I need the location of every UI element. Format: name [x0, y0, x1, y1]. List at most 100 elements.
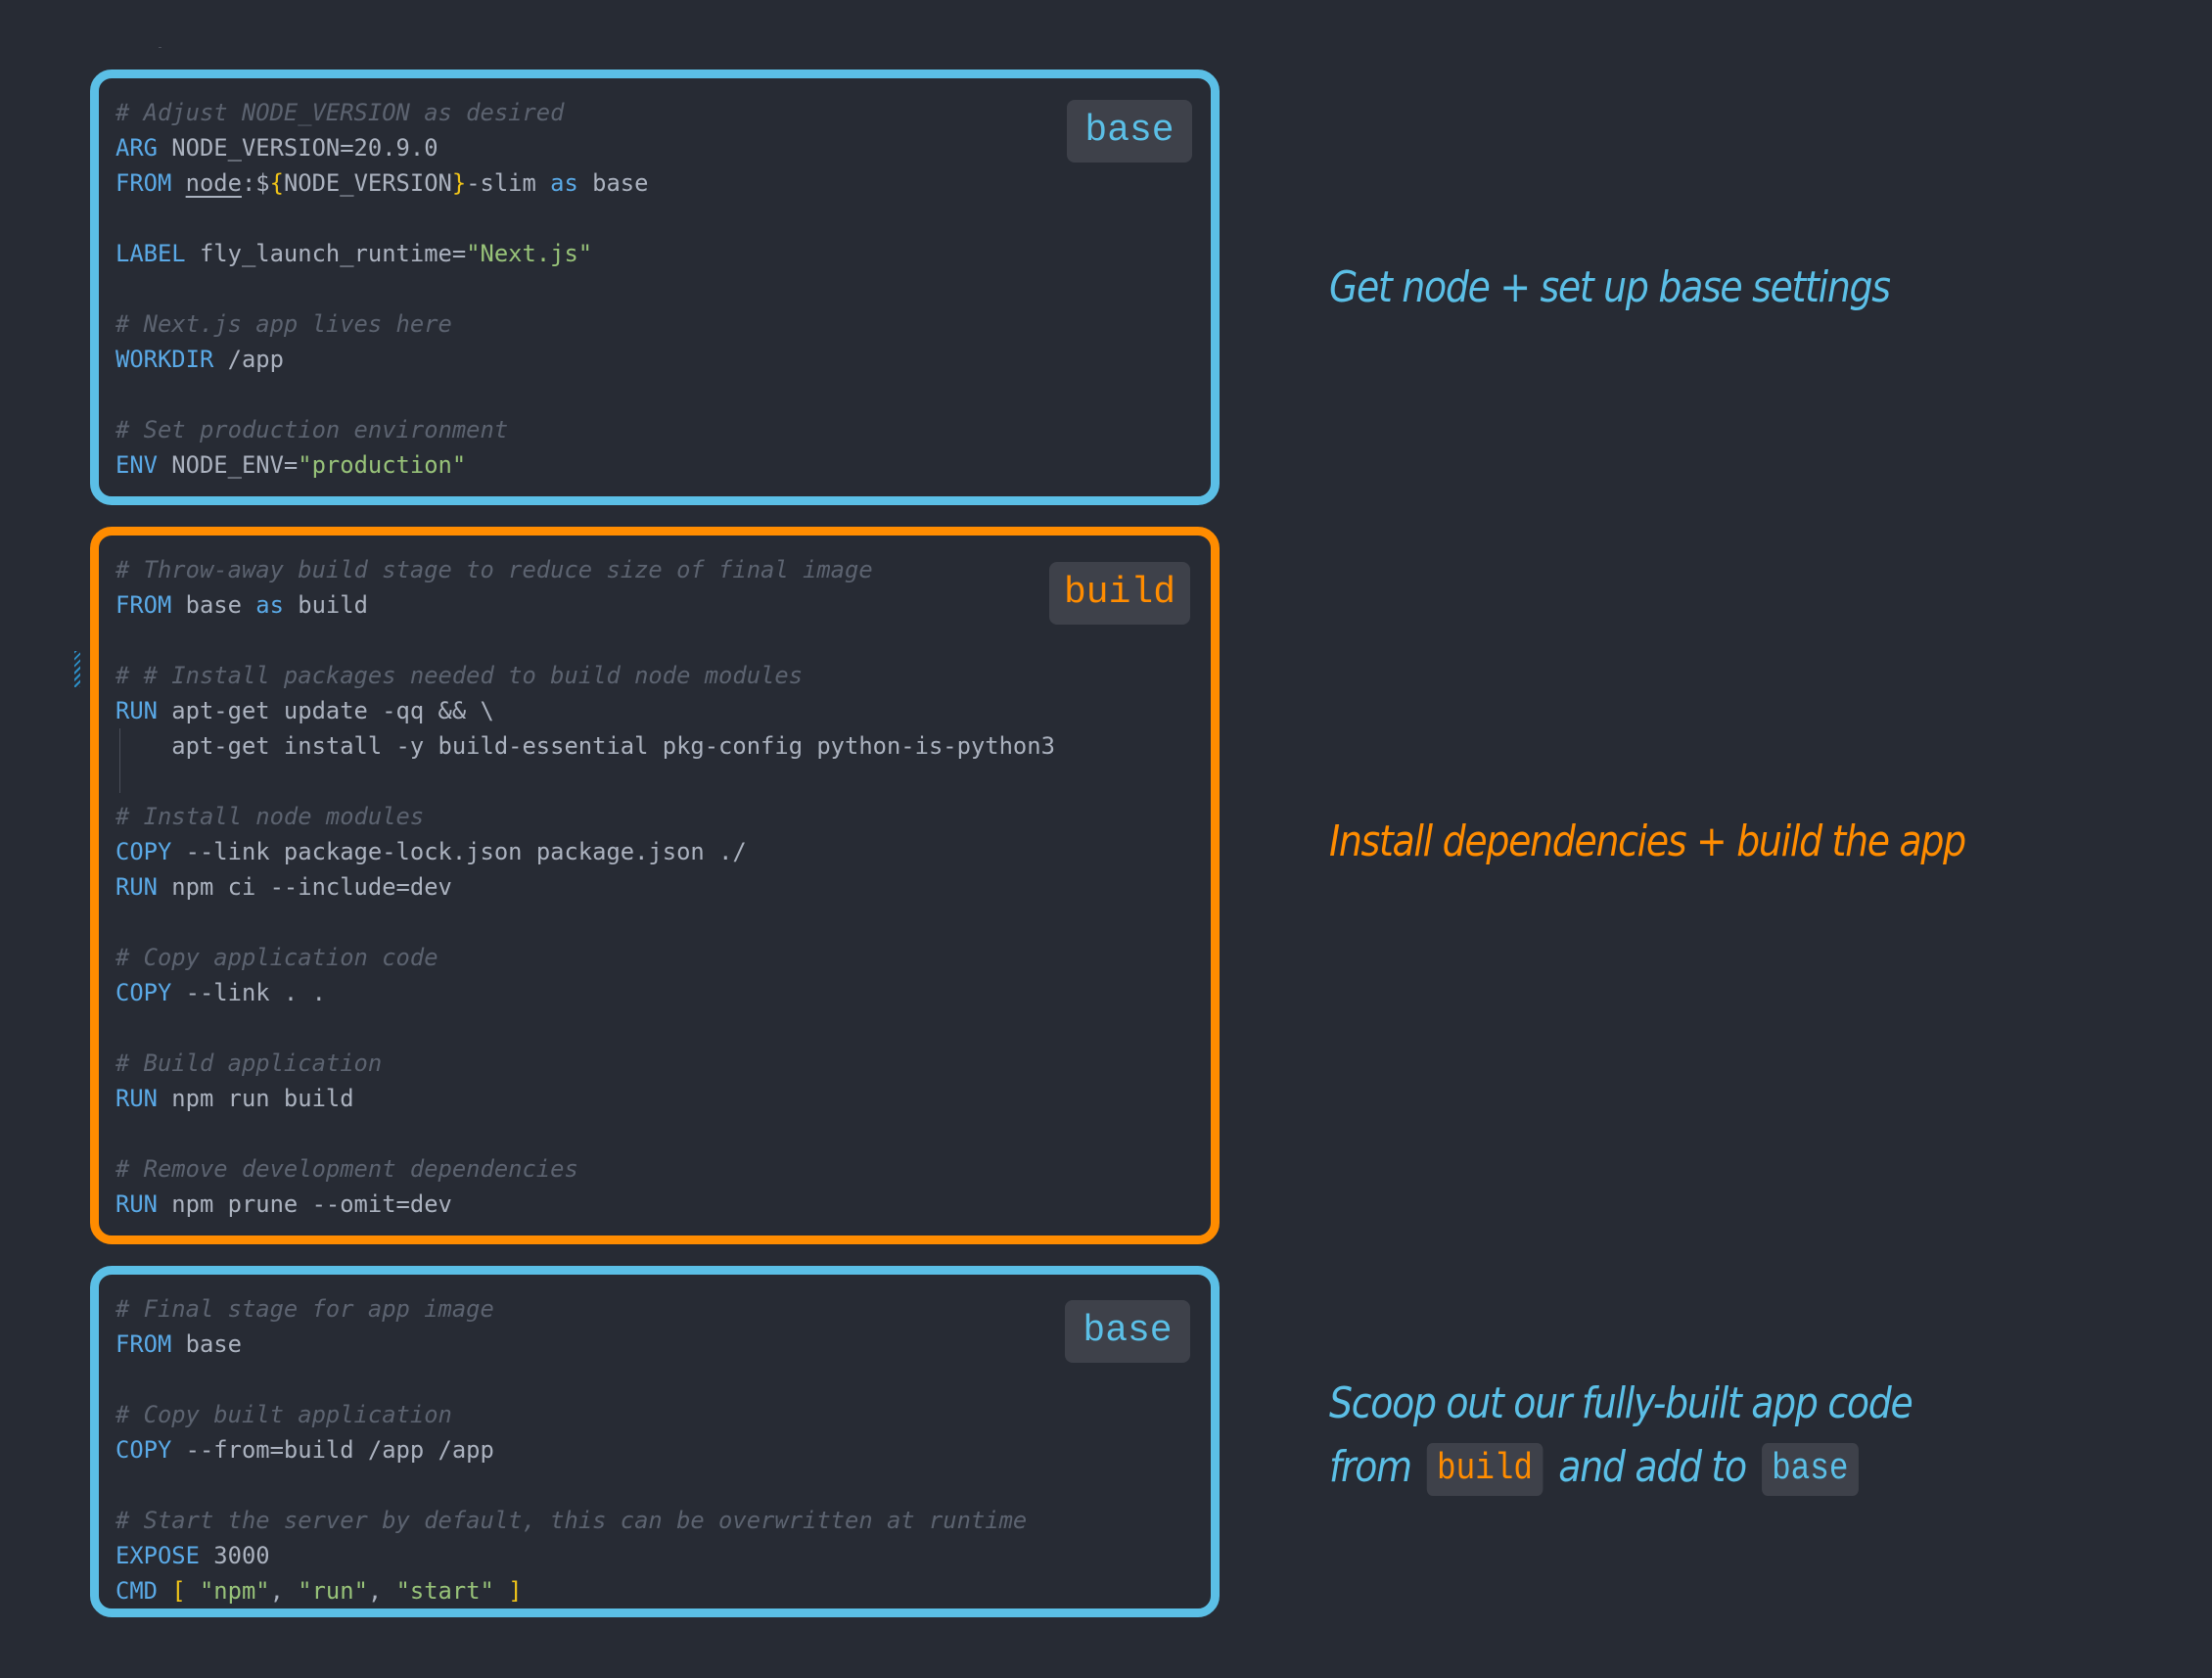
code-line: # Next.js app lives here [115, 306, 1211, 342]
code-token: NODE_VERSION [283, 169, 452, 197]
code-line: # Remove development dependencies [115, 1151, 1211, 1187]
keyword-token: RUN [115, 697, 158, 724]
string-token: "Next.js" [466, 240, 593, 267]
code-block: # Adjust NODE_VERSION as desired ARG NODE… [115, 95, 1211, 483]
keyword-token: as [550, 169, 578, 197]
image-name-token: node [185, 169, 242, 197]
code-line: apt-get install -y build-essential pkg-c… [115, 728, 1211, 764]
comment-token: # Build application [115, 1049, 383, 1077]
comment-token: # Copy built application [115, 1401, 452, 1428]
code-token: apt-get update -qq && \ [157, 697, 494, 724]
code-token: 3000 [199, 1542, 270, 1569]
code-token: base [171, 1330, 242, 1358]
code-token: /app [213, 346, 284, 373]
final-stage-block: # Final stage for app image FROM base # C… [90, 1266, 1220, 1617]
code-token: --link package-lock.json package.json ./ [171, 838, 747, 865]
code-line: RUN npm ci --include=dev [115, 869, 1211, 905]
code-line: # # Install packages needed to build nod… [115, 658, 1211, 693]
code-line: COPY --link package-lock.json package.js… [115, 834, 1211, 869]
code-block: # Throw-away build stage to reduce size … [115, 552, 1211, 1222]
code-token: base [171, 591, 256, 619]
code-line: CMD [ "npm", "run", "start" ] [115, 1573, 1211, 1608]
code-token: fly_launch_runtime= [185, 240, 467, 267]
comment-token: # Remove development dependencies [115, 1155, 578, 1183]
brace-token: { [269, 169, 284, 197]
keyword-token: COPY [115, 979, 172, 1006]
code-line: FROM base as build [115, 587, 1211, 623]
comment-token: # Install node modules [115, 803, 425, 830]
code-line: WORKDIR /app [115, 342, 1211, 377]
comment-token: # Next.js app lives here [115, 310, 452, 338]
code-line: # Final stage for app image [115, 1291, 1211, 1327]
comment-token: # Start the server by default, this can … [115, 1507, 1028, 1534]
annotation-final-line2: from build and add to base [1329, 1436, 1864, 1499]
code-token: npm run build [157, 1085, 354, 1112]
comment-token: # # Install packages needed to build nod… [115, 662, 804, 689]
keyword-token: RUN [115, 1190, 158, 1218]
string-token: "run" [298, 1577, 368, 1605]
code-token: npm prune --omit=dev [157, 1190, 452, 1218]
code-token: apt-get install -y build-essential pkg-c… [115, 732, 1055, 760]
code-line: RUN apt-get update -qq && \ [115, 693, 1211, 728]
comment-token: # Copy application code [115, 944, 438, 971]
stage-badge-build: build [1049, 562, 1190, 625]
inline-chip-build: build [1426, 1443, 1544, 1496]
code-token: , [269, 1577, 299, 1605]
code-token: base [577, 169, 649, 197]
code-token: build [283, 591, 368, 619]
code-line: RUN npm run build [115, 1081, 1211, 1116]
code-line: # Adjust NODE_VERSION as desired [115, 95, 1211, 130]
code-line: ARG NODE_VERSION=20.9.0 [115, 130, 1211, 165]
base-stage-block: # Adjust NODE_VERSION as desired ARG NODE… [90, 70, 1220, 505]
code-token: NODE_VERSION=20.9.0 [157, 134, 438, 162]
code-line: LABEL fly_launch_runtime="Next.js" [115, 236, 1211, 271]
code-token: --link . . [171, 979, 326, 1006]
annotation-final-line1: Scoop out our fully-built app code [1329, 1378, 1913, 1428]
string-token: "npm" [199, 1577, 270, 1605]
code-line: # Throw-away build stage to reduce size … [115, 552, 1211, 587]
keyword-token: FROM [115, 169, 172, 197]
keyword-token: ARG [115, 134, 158, 162]
build-stage-block: # Throw-away build stage to reduce size … [90, 527, 1220, 1244]
comment-token: # Adjust NODE_VERSION as desired [115, 99, 565, 126]
code-line: # Set production environment [115, 412, 1211, 447]
code-line: EXPOSE 3000 [115, 1538, 1211, 1573]
keyword-token: FROM [115, 591, 172, 619]
keyword-token: CMD [115, 1577, 158, 1605]
annotation-build-step: Install dependencies + build the app [1329, 816, 1966, 866]
brace-token: [ [171, 1577, 186, 1605]
annotation-base-setup: Get node + set up base settings [1329, 262, 1891, 312]
keyword-token: COPY [115, 1436, 172, 1464]
code-line: ENV NODE_ENV="production" [115, 447, 1211, 483]
keyword-token: COPY [115, 838, 172, 865]
code-token: -slim [466, 169, 551, 197]
annotation-from-text: from [1329, 1442, 1412, 1492]
code-block: # Final stage for app image FROM base # C… [115, 1291, 1211, 1608]
code-line: FROM node:${NODE_VERSION}-slim as base [115, 165, 1211, 201]
string-token: "production" [298, 451, 467, 479]
code-line: COPY --link . . [115, 975, 1211, 1010]
tiny-mark [159, 47, 161, 48]
code-line: # Build application [115, 1046, 1211, 1081]
stage-badge-base-final: base [1065, 1300, 1190, 1363]
code-token: NODE_ENV= [157, 451, 299, 479]
code-line: FROM base [115, 1327, 1211, 1362]
code-token: , [367, 1577, 396, 1605]
stage-badge-base: base [1067, 100, 1192, 163]
keyword-token: ENV [115, 451, 158, 479]
keyword-token: LABEL [115, 240, 186, 267]
keyword-token: RUN [115, 873, 158, 901]
annotation-and-add-to-text: and add to [1558, 1442, 1747, 1492]
code-line: # Copy application code [115, 940, 1211, 975]
